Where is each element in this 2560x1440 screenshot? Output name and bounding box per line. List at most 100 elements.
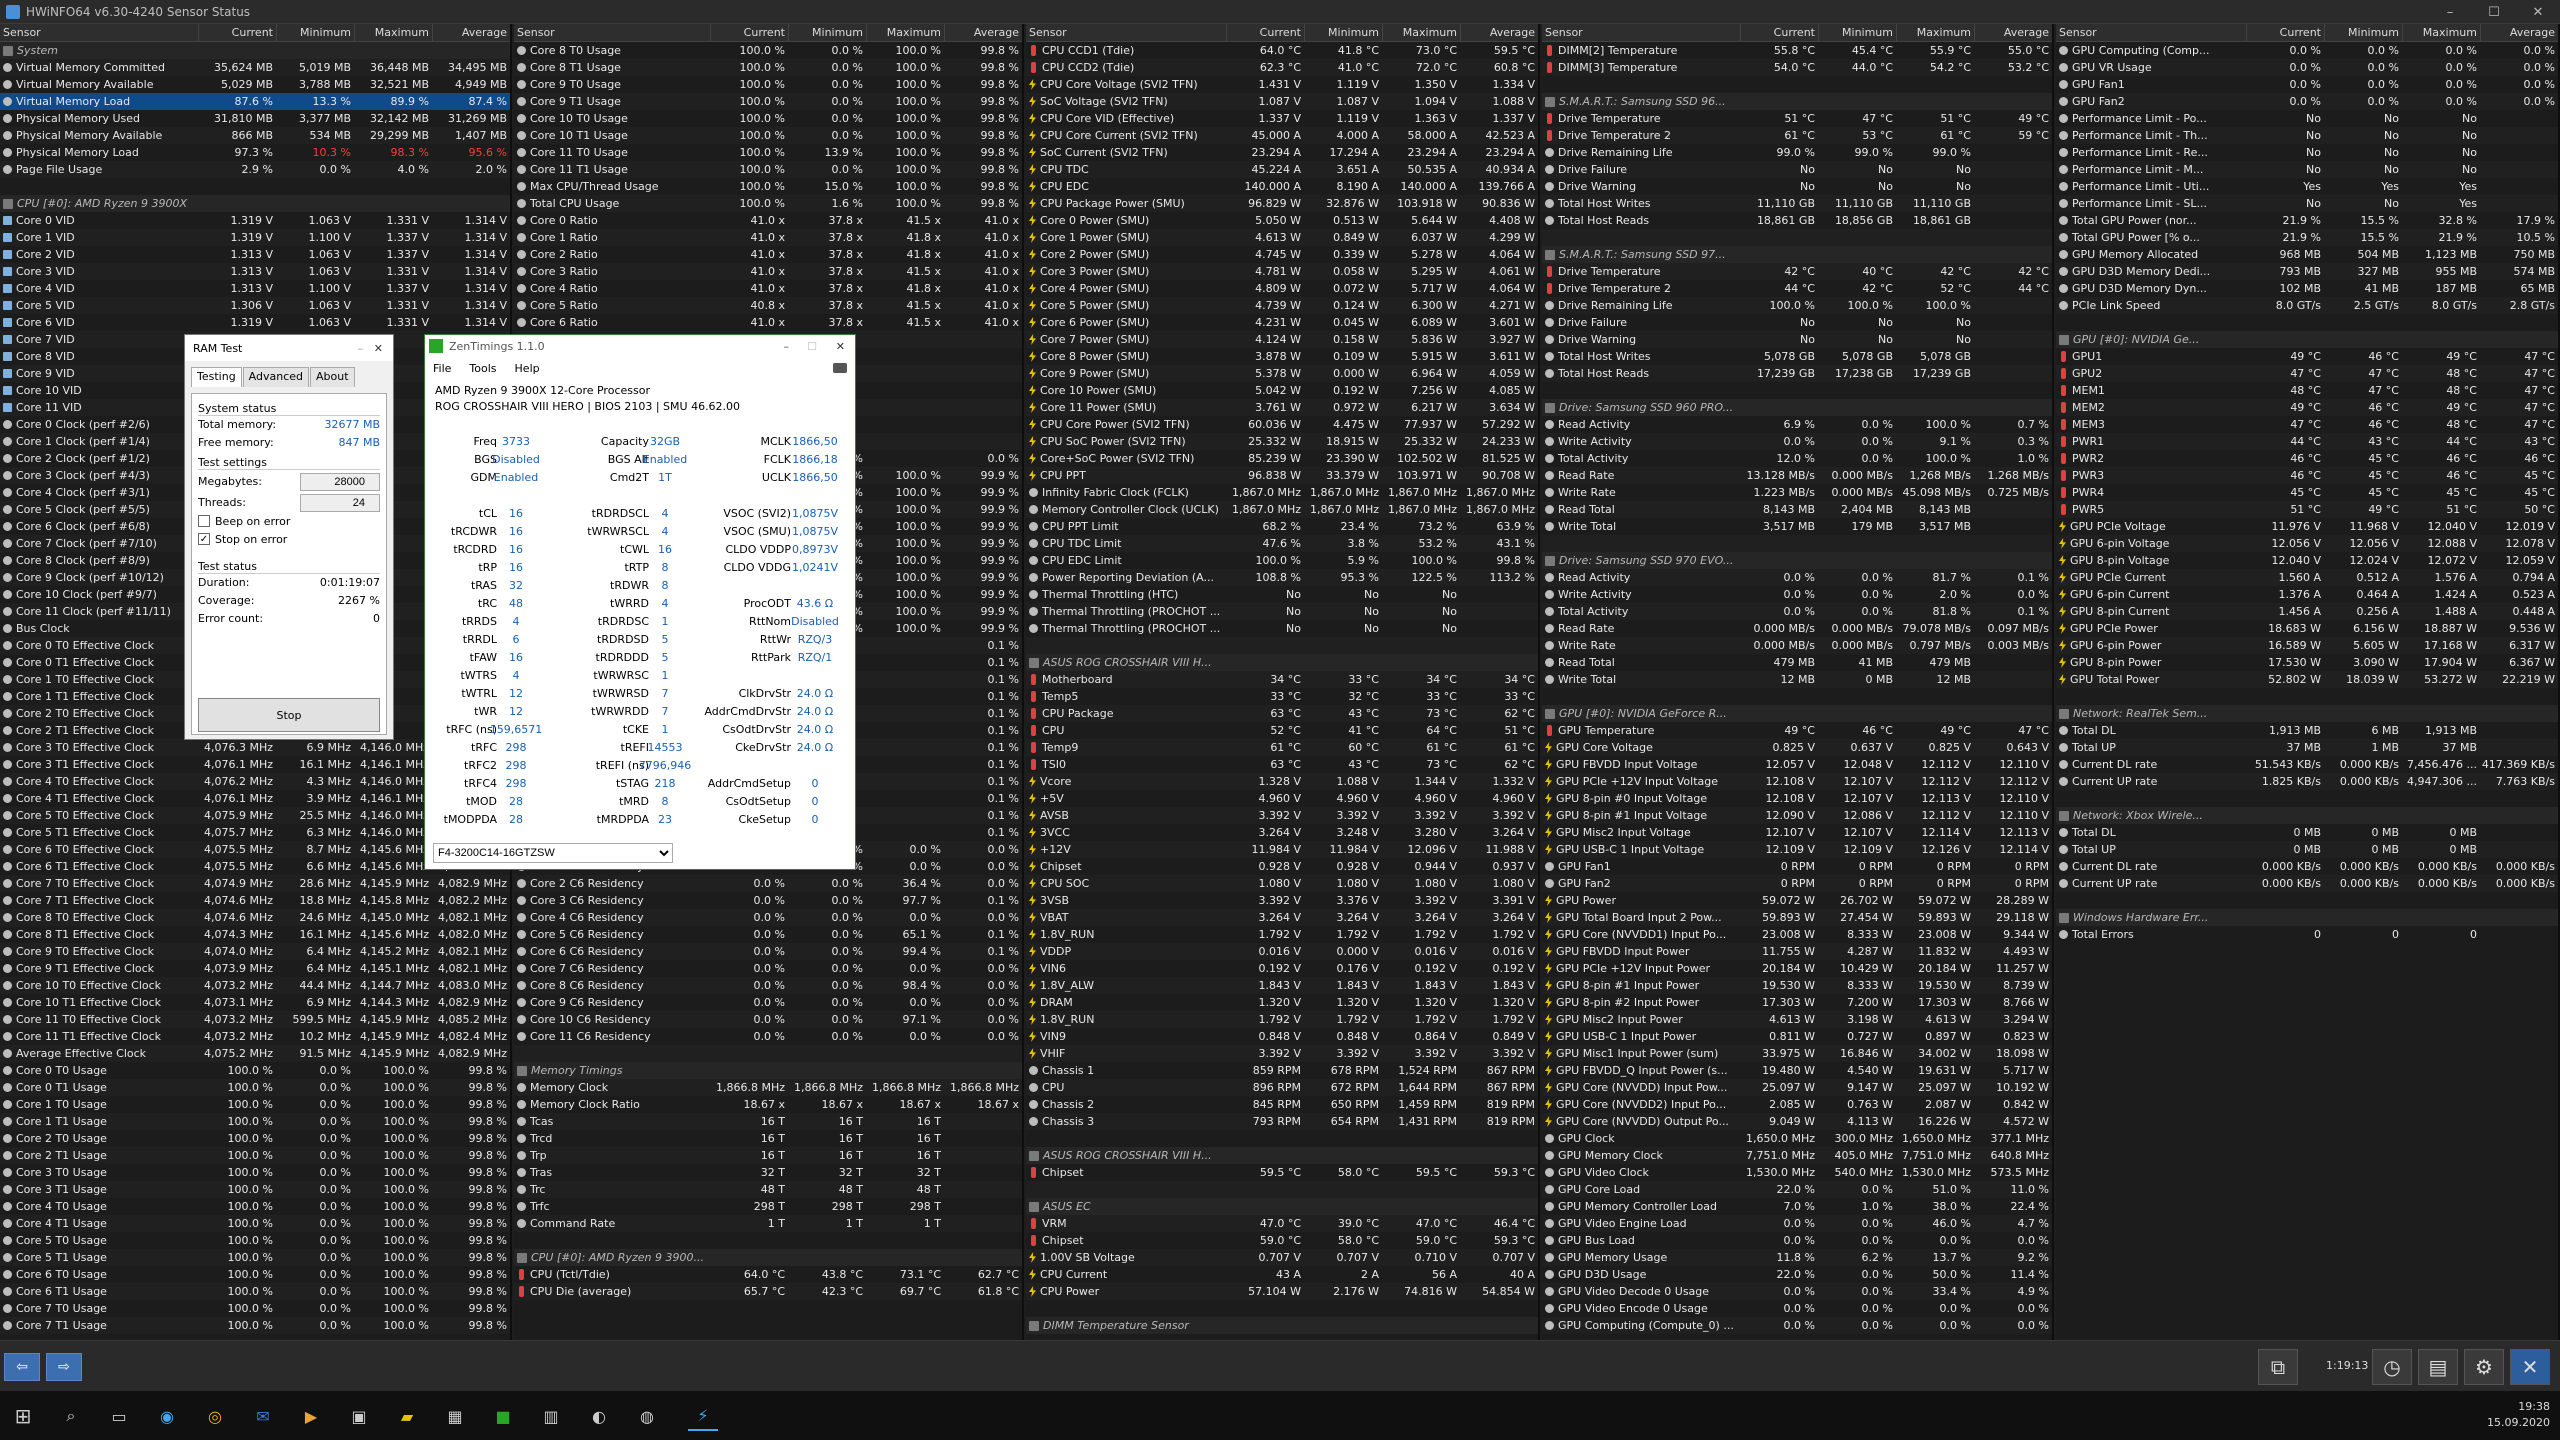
sensor-group-row[interactable]: DIMM Temperature Sensor	[1026, 1317, 1538, 1334]
sensor-row[interactable]: Current UP rate 0.000 KB/s 0.000 KB/s 0.000…	[2056, 875, 2558, 892]
prev-arrow-icon[interactable]: ⇦	[4, 1353, 40, 1381]
sensor-row[interactable]: Performance Limit - Po... No No No	[2056, 110, 2558, 127]
sensor-row[interactable]: Core 6 T1 Usage 100.0 % 0.0 % 100.0 % 99.8 %	[0, 1283, 510, 1300]
sensor-group-row[interactable]: Drive: Samsung SSD 960 PRO...	[1542, 399, 2052, 416]
sensor-row[interactable]: AVSB 3.392 V 3.392 V 3.392 V 3.392 V	[1026, 807, 1538, 824]
sensor-row[interactable]: GPU Misc2 Input Power 4.613 W 3.198 W 4.613…	[1542, 1011, 2052, 1028]
sensor-row[interactable]: Chipset 0.928 V 0.928 V 0.944 V 0.937 V	[1026, 858, 1538, 875]
sensor-row[interactable]: Memory Clock Ratio 18.67 x 18.67 x 18.67 x1…	[514, 1096, 1022, 1113]
sensor-row[interactable]: Core 11 T0 Effective Clock 4,073.2 MHz 599…	[0, 1011, 510, 1028]
tab-testing[interactable]: Testing	[191, 367, 242, 387]
sensor-row[interactable]: Total DL 1,913 MB 6 MB 1,913 MB	[2056, 722, 2558, 739]
sensor-row[interactable]: GPU D3D Memory Dyn... 102 MB 41 MB 187 MB 65…	[2056, 280, 2558, 297]
sensor-row[interactable]: Virtual Memory Available 5,029 MB 3,788 MB…	[0, 76, 510, 93]
sensor-row[interactable]: +12V 11.984 V 11.984 V 12.096 V 11.988 V	[1026, 841, 1538, 858]
sensor-row[interactable]: Core 6 VID 1.319 V 1.063 V 1.331 V 1.314 V	[0, 314, 510, 331]
close-icon[interactable]: ✕	[374, 342, 383, 355]
sensor-row[interactable]: Read Total 479 MB 41 MB 479 MB	[1542, 654, 2052, 671]
sensor-row[interactable]: Core 5 T0 Usage 100.0 % 0.0 % 100.0 % 99.8 %	[0, 1232, 510, 1249]
sensor-row[interactable]: Core 7 T1 Usage 100.0 % 0.0 % 100.0 % 99.8 %	[0, 1317, 510, 1334]
sensor-row[interactable]: Total Host Writes 5,078 GB 5,078 GB 5,078 G…	[1542, 348, 2052, 365]
sensor-row[interactable]: PWR4 45 °C 45 °C 45 °C 45 °C	[2056, 484, 2558, 501]
sensor-row[interactable]: Core 3 Power (SMU) 4.781 W 0.058 W 5.295 W4…	[1026, 263, 1538, 280]
clock-icon[interactable]: ◷	[2372, 1349, 2412, 1385]
sensor-row[interactable]: CPU Current 43 A2 A 56 A 40 A	[1026, 1266, 1538, 1283]
sensor-row[interactable]: GPU D3D Memory Dedi... 793 MB 327 MB 955 MB…	[2056, 263, 2558, 280]
sensor-row[interactable]: Write Rate 0.000 MB/s 0.000 MB/s 0.797 MB/s…	[1542, 637, 2052, 654]
sensor-row[interactable]	[1542, 535, 2052, 552]
column-header[interactable]: Sensor Current Minimum Maximum Average	[1542, 24, 2052, 42]
sensor-row[interactable]: Core 10 Power (SMU) 5.042 W 0.192 W 7.256 W…	[1026, 382, 1538, 399]
header-sensor[interactable]: Sensor	[2056, 24, 2246, 41]
sensor-row[interactable]: Core 4 T0 Usage 100.0 % 0.0 % 100.0 % 99.8 %	[0, 1198, 510, 1215]
sensor-row[interactable]: Core 1 Power (SMU) 4.613 W 0.849 W 6.037 W4…	[1026, 229, 1538, 246]
sensor-row[interactable]: Core 9 T0 Effective Clock 4,074.0 MHz 6.4 …	[0, 943, 510, 960]
sensor-row[interactable]: GPU1 49 °C 46 °C 49 °C 47 °C	[2056, 348, 2558, 365]
sensor-row[interactable]: Current UP rate 1.825 KB/s 0.000 KB/s 4,947…	[2056, 773, 2558, 790]
header-minimum[interactable]: Minimum	[1818, 24, 1896, 41]
sensor-row[interactable]: Total Activity 12.0 % 0.0 % 100.0 % 1.0 %	[1542, 450, 2052, 467]
sensor-row[interactable]: GPU Misc1 Input Power (sum) 33.975 W 16.84…	[1542, 1045, 2052, 1062]
edge-icon[interactable]: ◉	[152, 1401, 182, 1431]
sensor-row[interactable]: GPU USB-C 1 Input Power 0.811 W 0.727 W 0.8…	[1542, 1028, 2052, 1045]
task-view-icon[interactable]: ▭	[104, 1401, 134, 1431]
sensor-row[interactable]: Write Activity 0.0 % 0.0 % 2.0 % 0.0 %	[1542, 586, 2052, 603]
sensor-row[interactable]: CPU PPT 96.838 W 33.379 W 103.971 W 90.708 W	[1026, 467, 1538, 484]
sensor-row[interactable]: Memory Controller Clock (UCLK) 1,867.0 MH…	[1026, 501, 1538, 518]
header-average[interactable]: Average	[1974, 24, 2052, 41]
sensor-row[interactable]	[1026, 1130, 1538, 1147]
sensor-row[interactable]: Trc 48 T 48 T 48 T	[514, 1181, 1022, 1198]
sensor-row[interactable]: CPU Core Voltage (SVI2 TFN) 1.431 V 1.119 …	[1026, 76, 1538, 93]
sensor-row[interactable]: GPU 8-pin Voltage 12.040 V 12.024 V 12.072 …	[2056, 552, 2558, 569]
sensor-row[interactable]	[514, 1045, 1022, 1062]
header-current[interactable]: Current	[2246, 24, 2324, 41]
sensor-row[interactable]: VIN9 0.848 V 0.848 V 0.864 V 0.849 V	[1026, 1028, 1538, 1045]
sensor-row[interactable]: Core 10 T0 Usage 100.0 % 0.0 % 100.0 % 99.8 …	[514, 110, 1022, 127]
sensor-row[interactable]: Core 2 Power (SMU) 4.745 W 0.339 W 5.278 W4…	[1026, 246, 1538, 263]
sensor-row[interactable]: Core 2 T1 Usage 100.0 % 0.0 % 100.0 % 99.8 %	[0, 1147, 510, 1164]
sensor-row[interactable]: Core 0 T1 Usage 100.0 % 0.0 % 100.0 % 99.8 %	[0, 1079, 510, 1096]
sensor-row[interactable]: PCIe Link Speed 8.0 GT/s 2.5 GT/s 8.0 GT/s 2…	[2056, 297, 2558, 314]
sensor-row[interactable]: CPU Core Power (SVI2 TFN) 60.036 W 4.475 W…	[1026, 416, 1538, 433]
sensor-row[interactable]: GPU Fan1 0 RPM 0 RPM 0 RPM 0 RPM	[1542, 858, 2052, 875]
sensor-group-row[interactable]: ASUS ROG CROSSHAIR VIII H...	[1026, 1147, 1538, 1164]
sensor-row[interactable]: Performance Limit - M... No No No	[2056, 161, 2558, 178]
sensor-row[interactable]: GPU Video Decode 0 Usage 0.0 % 0.0 % 33.4 %…	[1542, 1283, 2052, 1300]
sensor-row[interactable]: Core 9 Power (SMU) 5.378 W 0.000 W 6.964 W4…	[1026, 365, 1538, 382]
sensor-row[interactable]: Total Activity 0.0 % 0.0 % 81.8 % 0.1 %	[1542, 603, 2052, 620]
sensor-row[interactable]: GPU Computing (Comp... 0.0 % 0.0 % 0.0 % 0.0…	[2056, 42, 2558, 59]
sensor-row[interactable]: Core 7 T0 Usage 100.0 % 0.0 % 100.0 % 99.8 %	[0, 1300, 510, 1317]
header-minimum[interactable]: Minimum	[276, 24, 354, 41]
sensor-row[interactable]: CPU CCD1 (Tdie) 64.0 °C 41.8 °C 73.0 °C 59.5…	[1026, 42, 1538, 59]
sensor-row[interactable]: Core 4 Power (SMU) 4.809 W 0.072 W 5.717 W4…	[1026, 280, 1538, 297]
sensor-row[interactable]: GPU PCIe +12V Input Voltage 12.108 V 12.10…	[1542, 773, 2052, 790]
sensor-row[interactable]: Core 9 T0 Usage 100.0 % 0.0 % 100.0 % 99.8 %	[514, 76, 1022, 93]
sensor-row[interactable]: Core 7 Power (SMU) 4.124 W 0.158 W 5.836 W3…	[1026, 331, 1538, 348]
header-sensor[interactable]: Sensor	[0, 24, 198, 41]
sensor-row[interactable]: Drive Temperature 2 44 °C 42 °C 52 °C 44 °C	[1542, 280, 2052, 297]
sensor-row[interactable]: CPU Core VID (Effective) 1.337 V 1.119 V 1.…	[1026, 110, 1538, 127]
sensor-row[interactable]: Core 0 Power (SMU) 5.050 W 0.513 W 5.644 W4…	[1026, 212, 1538, 229]
sensor-row[interactable]: Current DL rate 0.000 KB/s 0.000 KB/s 0.000…	[2056, 858, 2558, 875]
file-explorer-icon[interactable]: ▰	[392, 1401, 422, 1431]
column-header[interactable]: Sensor Current Minimum Maximum Average	[1026, 24, 1538, 42]
sensor-row[interactable]: GPU 6-pin Power 16.589 W 5.605 W 17.168 W 6.…	[2056, 637, 2558, 654]
sensor-row[interactable]: Core 2 VID 1.313 V 1.063 V 1.337 V 1.314 V	[0, 246, 510, 263]
sensor-row[interactable]: CPU SoC Power (SVI2 TFN) 25.332 W 18.915 W…	[1026, 433, 1538, 450]
sensor-row[interactable]: Core 10 C6 Residency 0.0 % 0.0 % 97.1 % 0.0 …	[514, 1011, 1022, 1028]
header-average[interactable]: Average	[1460, 24, 1538, 41]
windows-start-icon[interactable]: ⊞	[8, 1401, 38, 1431]
threads-input[interactable]	[300, 494, 380, 512]
sensor-row[interactable]: Core 6 C6 Residency 0.0 % 0.0 % 99.4 % 0.1 %	[514, 943, 1022, 960]
close-icon[interactable]: ✕	[2510, 1349, 2550, 1385]
sensor-row[interactable]: Max CPU/Thread Usage 100.0 % 15.0 % 100.0 %…	[514, 178, 1022, 195]
header-average[interactable]: Average	[432, 24, 510, 41]
sensor-row[interactable]: Core 4 C6 Residency 0.0 % 0.0 % 0.0 % 0.0 %	[514, 909, 1022, 926]
sensor-row[interactable]: GPU Memory Allocated 968 MB 504 MB 1,123 MB…	[2056, 246, 2558, 263]
sensor-group-row[interactable]: Drive: Samsung SSD 970 EVO...	[1542, 552, 2052, 569]
sensor-row[interactable]: GPU 6-pin Current 1.376 A 0.464 A 1.424 A 0.…	[2056, 586, 2558, 603]
sensor-row[interactable]: Total Host Writes 11,110 GB 11,110 GB 11,11…	[1542, 195, 2052, 212]
steam-icon[interactable]: ◐	[584, 1401, 614, 1431]
sensor-row[interactable]: VIN6 0.192 V 0.176 V 0.192 V 0.192 V	[1026, 960, 1538, 977]
report-icon[interactable]: ▤	[2418, 1349, 2458, 1385]
